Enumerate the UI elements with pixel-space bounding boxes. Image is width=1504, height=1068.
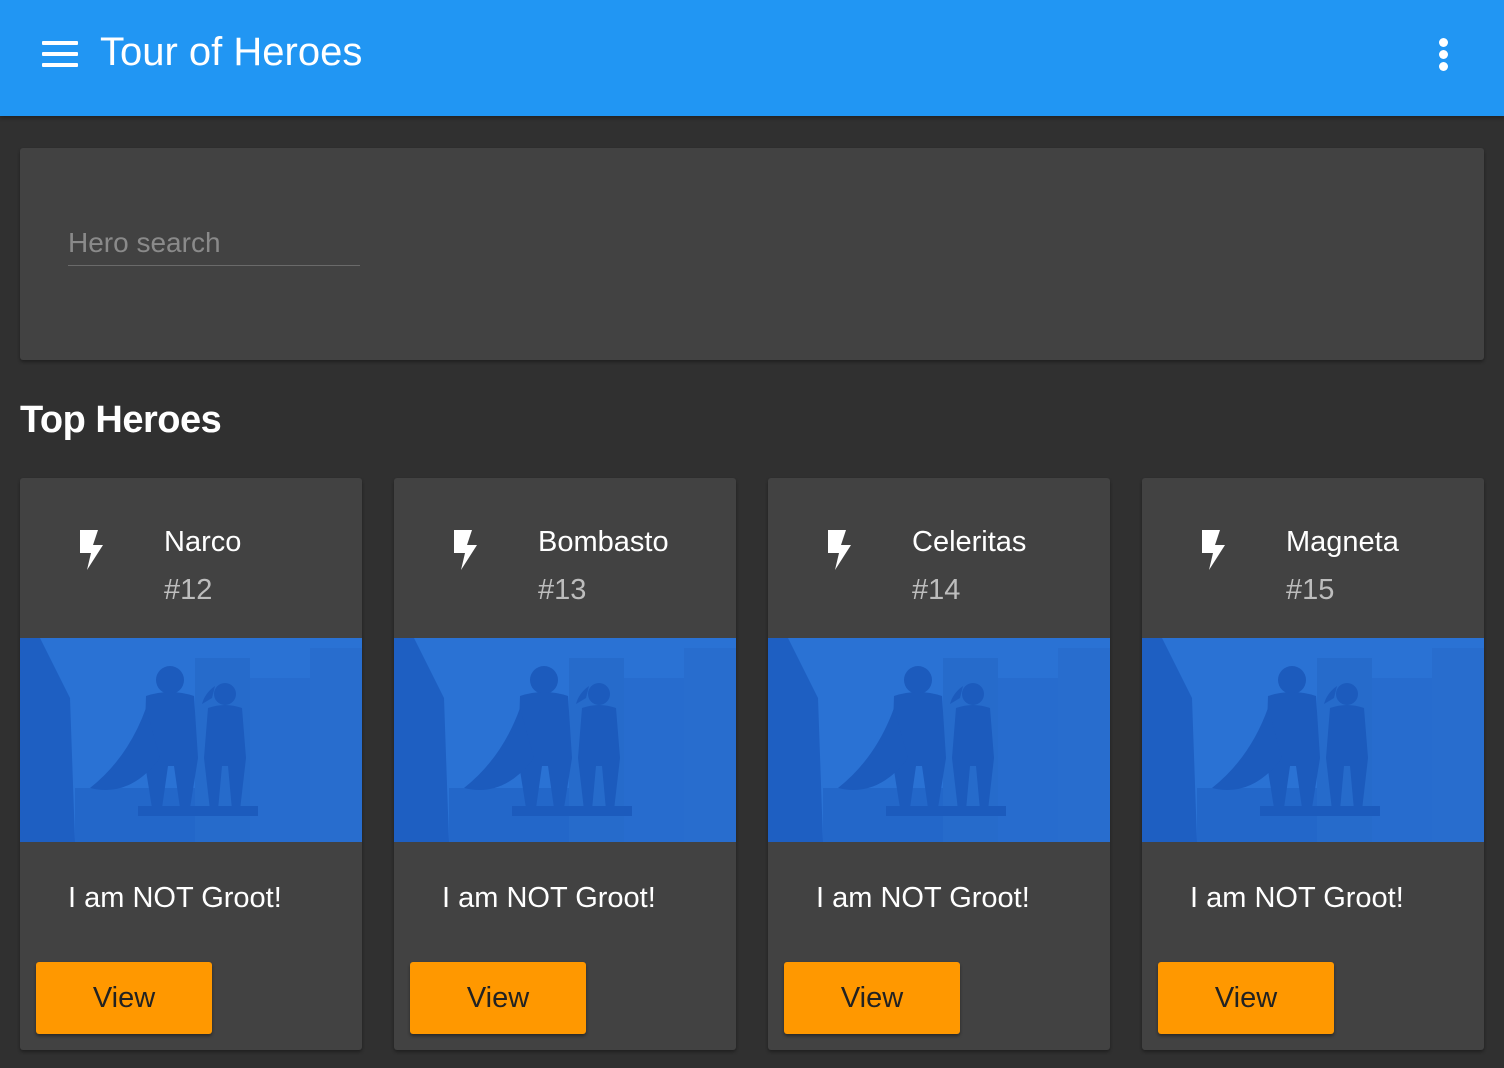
hero-quote: I am NOT Groot! <box>816 882 1030 914</box>
view-hero-button[interactable]: View <box>1158 962 1334 1034</box>
hero-image <box>20 638 362 842</box>
hero-name: Bombasto <box>538 526 669 558</box>
hero-image <box>394 638 736 842</box>
hero-card: Narco #12 I am NOT Groot! View <box>20 478 362 1050</box>
hero-id: #13 <box>538 574 587 606</box>
hero-card: Magneta #15 I am NOT Groot! View <box>1142 478 1484 1050</box>
hamburger-menu-icon[interactable] <box>32 32 88 76</box>
hero-image <box>1142 638 1484 842</box>
hero-quote: I am NOT Groot! <box>442 882 656 914</box>
view-hero-button[interactable]: View <box>410 962 586 1034</box>
hero-image <box>768 638 1110 842</box>
more-vertical-icon[interactable] <box>1424 32 1464 76</box>
top-heroes-title: Top Heroes <box>20 399 222 441</box>
hero-card-list: Narco #12 I am NOT Groot! View Bombasto … <box>20 478 1484 1050</box>
hero-name: Celeritas <box>912 526 1027 558</box>
bolt-icon <box>80 530 103 570</box>
hero-name: Narco <box>164 526 242 558</box>
hero-id: #15 <box>1286 574 1335 606</box>
hero-id: #12 <box>164 574 213 606</box>
hero-id: #14 <box>912 574 961 606</box>
hero-quote: I am NOT Groot! <box>1190 882 1404 914</box>
hero-search-card <box>20 148 1484 360</box>
app-toolbar: Tour of Heroes <box>0 0 1504 116</box>
hero-name: Magneta <box>1286 526 1399 558</box>
hero-card: Celeritas #14 I am NOT Groot! View <box>768 478 1110 1050</box>
bolt-icon <box>828 530 851 570</box>
app-title: Tour of Heroes <box>100 30 363 74</box>
view-hero-button[interactable]: View <box>784 962 960 1034</box>
hero-search-input[interactable] <box>68 220 360 266</box>
view-hero-button[interactable]: View <box>36 962 212 1034</box>
bolt-icon <box>454 530 477 570</box>
bolt-icon <box>1202 530 1225 570</box>
hero-quote: I am NOT Groot! <box>68 882 282 914</box>
hero-card: Bombasto #13 I am NOT Groot! View <box>394 478 736 1050</box>
